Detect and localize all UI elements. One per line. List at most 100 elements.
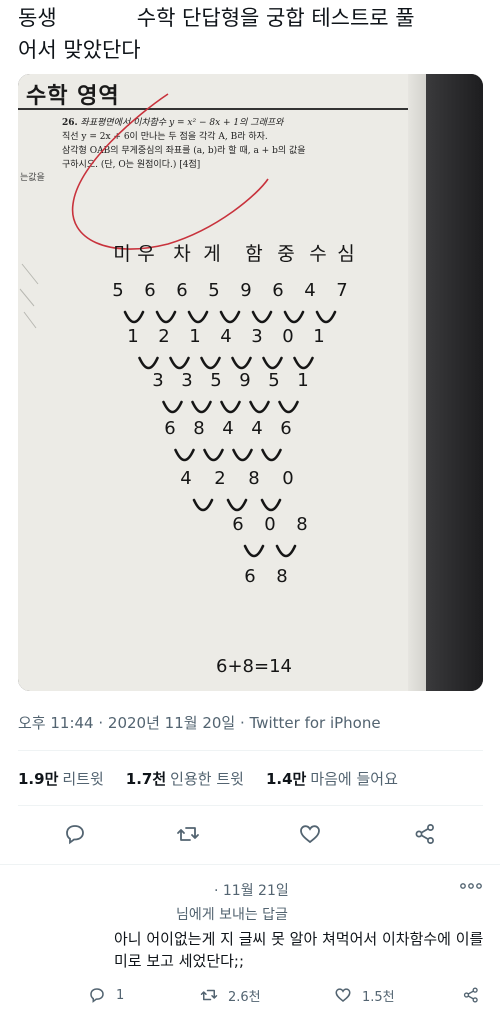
reply-retweet-count: 2.6천 bbox=[228, 989, 261, 1005]
handwritten-cup bbox=[162, 400, 183, 414]
handwritten-name: 수 bbox=[309, 243, 326, 265]
handwritten-digit: 6 bbox=[280, 418, 291, 439]
handwritten-digit: 0 bbox=[282, 468, 293, 489]
handwritten-cup bbox=[203, 448, 224, 462]
handwritten-cup bbox=[232, 448, 253, 462]
quotes-count: 1.7천 bbox=[125, 770, 167, 788]
handwritten-cup bbox=[249, 400, 270, 414]
like-icon bbox=[335, 988, 351, 1002]
handwritten-name: 중 bbox=[277, 243, 294, 265]
handwritten-digit: 5 bbox=[210, 370, 221, 391]
handwritten-cup bbox=[200, 356, 221, 370]
quotes-label: 인용한 트윗 bbox=[170, 770, 244, 788]
like-icon[interactable] bbox=[298, 822, 322, 846]
handwritten-cup bbox=[138, 356, 159, 370]
handwritten-digit: 8 bbox=[248, 468, 259, 489]
retweets-count: 1.9만 bbox=[18, 770, 59, 788]
reply-like-count: 1.5천 bbox=[362, 989, 395, 1005]
divider bbox=[0, 864, 500, 865]
handwritten-cup bbox=[191, 400, 212, 414]
handwritten-cup bbox=[219, 310, 241, 324]
handwritten-cup bbox=[260, 498, 282, 512]
divider bbox=[18, 805, 483, 806]
handwritten-answer: 6+8=14 bbox=[216, 656, 292, 677]
handwritten-digit: 4 bbox=[251, 418, 262, 439]
tweet-text-line-2: 어서 맞았단다 bbox=[18, 38, 141, 62]
handwritten-digit: 5 bbox=[112, 280, 123, 301]
reply-like-action[interactable]: 1.5천 bbox=[334, 985, 395, 1005]
handwritten-digit: 3 bbox=[152, 370, 163, 391]
retweets-stat[interactable]: 1.9만 리트윗 bbox=[18, 768, 104, 789]
handwritten-cup bbox=[192, 498, 214, 512]
handwritten-digit: 5 bbox=[268, 370, 279, 391]
handwritten-cup bbox=[262, 356, 283, 370]
handwritten-cup bbox=[187, 310, 209, 324]
reply-reply-action[interactable]: 1 bbox=[88, 985, 124, 1005]
handwritten-cup bbox=[220, 400, 241, 414]
tweet-text: 동생 수학 단답형을 궁합 테스트로 풀 어서 맞았단다 bbox=[18, 2, 488, 66]
tweet-text-line-1: 동생 수학 단답형을 궁합 테스트로 풀 bbox=[18, 6, 415, 30]
handwritten-digit: 4 bbox=[180, 468, 191, 489]
reply-text: 아니 어이없는게 지 글씨 못 알아 쳐먹어서 이차함수에 이를 미로 보고 세… bbox=[114, 930, 484, 970]
likes-label: 마음에 들어요 bbox=[310, 770, 398, 788]
tweet-source[interactable]: Twitter for iPhone bbox=[250, 714, 381, 732]
handwritten-digit: 6 bbox=[232, 514, 243, 535]
tweet-photo[interactable]: 수학 영역 26. 좌표평면에서 이차함수 y = x² − 8x + 1의 그… bbox=[18, 74, 483, 691]
handwritten-digit: 9 bbox=[239, 370, 250, 391]
handwritten-cup bbox=[226, 498, 248, 512]
handwritten-digit: 3 bbox=[251, 326, 262, 347]
handwritten-name: 미 bbox=[113, 243, 130, 265]
handwritten-digit: 0 bbox=[264, 514, 275, 535]
handwritten-cup bbox=[251, 310, 273, 324]
reply-share-action[interactable] bbox=[462, 985, 490, 1005]
divider bbox=[18, 750, 483, 751]
retweet-icon[interactable] bbox=[176, 822, 200, 846]
reply-icon[interactable] bbox=[63, 822, 87, 846]
handwritten-cup bbox=[293, 356, 314, 370]
red-pen-mark bbox=[71, 93, 269, 250]
handwritten-digit: 6 bbox=[144, 280, 155, 301]
handwritten-digit: 1 bbox=[313, 326, 324, 347]
likes-stat[interactable]: 1.4만 마음에 들어요 bbox=[266, 768, 398, 789]
handwritten-digit: 4 bbox=[304, 280, 315, 301]
quotes-stat[interactable]: 1.7천 인용한 트윗 bbox=[126, 768, 244, 789]
more-icon[interactable] bbox=[460, 881, 482, 891]
handwritten-digit: 4 bbox=[222, 418, 233, 439]
handwritten-digit: 5 bbox=[208, 280, 219, 301]
handwritten-digit: 0 bbox=[282, 326, 293, 347]
handwritten-cup bbox=[155, 310, 177, 324]
handwritten-cup bbox=[275, 544, 297, 558]
handwritten-cup bbox=[278, 400, 299, 414]
replying-to: 님에게 보내는 답글 bbox=[176, 907, 288, 923]
handwritten-digit: 2 bbox=[158, 326, 169, 347]
handwritten-digit: 3 bbox=[181, 370, 192, 391]
tweet-date[interactable]: 2020년 11월 20일 bbox=[108, 714, 235, 732]
handwritten-cup bbox=[315, 310, 337, 324]
handwritten-digit: 4 bbox=[220, 326, 231, 347]
handwritten-digit: 2 bbox=[214, 468, 225, 489]
likes-count: 1.4만 bbox=[265, 770, 307, 788]
handwritten-digit: 8 bbox=[276, 566, 287, 587]
handwritten-cup bbox=[261, 448, 282, 462]
handwritten-cup bbox=[231, 356, 252, 370]
handwritten-digit: 6 bbox=[176, 280, 187, 301]
handwritten-digit: 6 bbox=[272, 280, 283, 301]
handwritten-name: 우 bbox=[137, 243, 154, 265]
reply-retweet-action[interactable]: 2.6천 bbox=[200, 985, 261, 1005]
handwritten-digit: 9 bbox=[240, 280, 251, 301]
handwritten-digit: 8 bbox=[193, 418, 204, 439]
reply-date[interactable]: · 11월 21일 bbox=[214, 880, 289, 900]
handwritten-digit: 8 bbox=[296, 514, 307, 535]
handwritten-numbers: 미 우 차 게 함 중 수 심5 6 6 5 9 6 4 71 2 1 4 3 0 13 3 5 9 5 16 8 4 4 64 2 8 06 0… bbox=[112, 243, 354, 677]
handwritten-digit: 7 bbox=[336, 280, 347, 301]
handwritten-digit: 6 bbox=[164, 418, 175, 439]
retweet-icon bbox=[200, 989, 218, 1001]
handwritten-name: 심 bbox=[337, 243, 354, 265]
handwritten-cup bbox=[123, 310, 145, 324]
handwritten-cup bbox=[283, 310, 305, 324]
tweet-time: 오후 11:44 bbox=[18, 714, 94, 732]
handwritten-digit: 1 bbox=[189, 326, 200, 347]
retweets-label: 리트윗 bbox=[62, 770, 104, 788]
share-icon[interactable] bbox=[413, 822, 437, 846]
handwritten-name: 게 bbox=[203, 243, 220, 265]
